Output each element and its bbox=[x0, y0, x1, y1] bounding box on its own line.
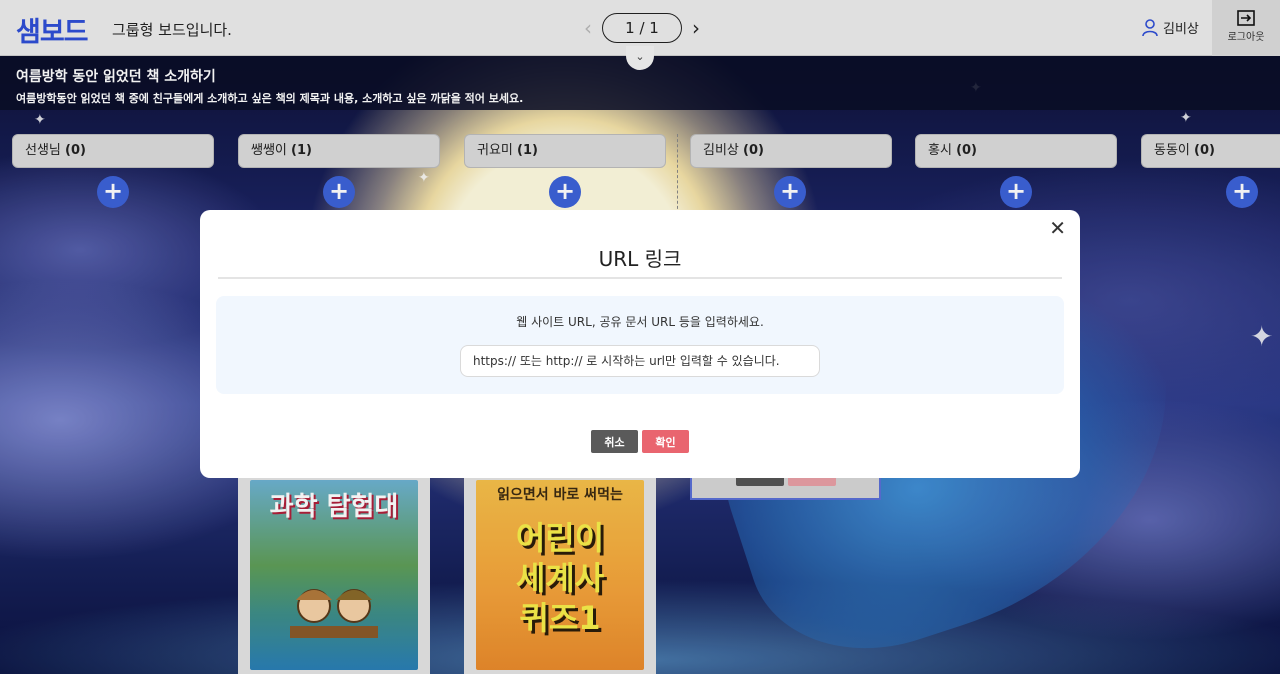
dialog-body: 웹 사이트 URL, 공유 문서 URL 등을 입력하세요. bbox=[216, 296, 1064, 394]
dialog-title: URL 링크 bbox=[218, 243, 1062, 279]
confirm-button[interactable]: 확인 bbox=[642, 430, 689, 453]
url-link-dialog: ✕ URL 링크 웹 사이트 URL, 공유 문서 URL 등을 입력하세요. … bbox=[200, 210, 1080, 478]
url-input[interactable] bbox=[460, 345, 820, 377]
cancel-button[interactable]: 취소 bbox=[591, 430, 638, 453]
dialog-description: 웹 사이트 URL, 공유 문서 URL 등을 입력하세요. bbox=[516, 315, 764, 329]
close-icon[interactable]: ✕ bbox=[1049, 216, 1066, 240]
